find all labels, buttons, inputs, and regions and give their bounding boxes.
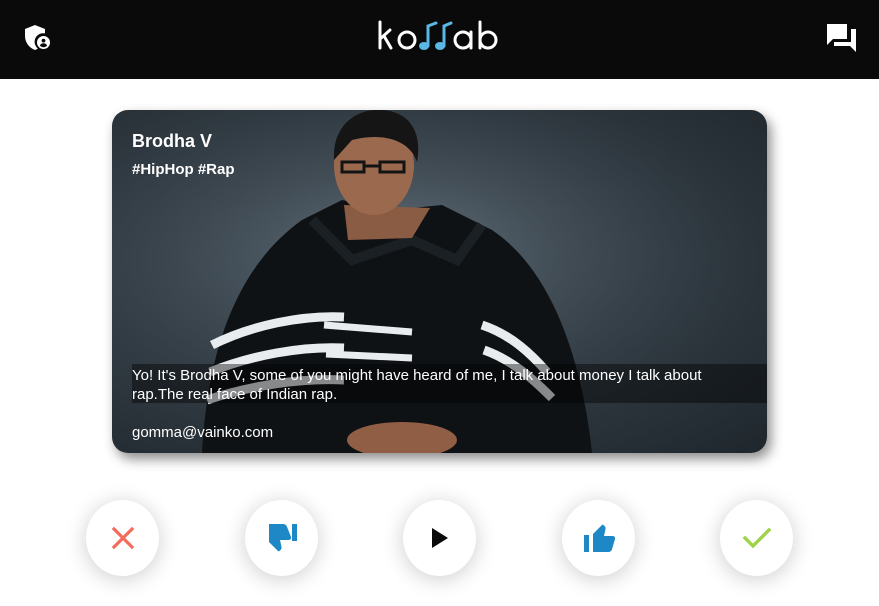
reject-button[interactable]	[86, 500, 159, 576]
accept-button[interactable]	[720, 500, 793, 576]
artist-bio: Yo! It's Brodha V, some of you might hav…	[132, 367, 702, 403]
play-icon	[431, 528, 448, 548]
admin-shield-user-icon[interactable]	[22, 23, 52, 53]
close-icon	[111, 526, 134, 550]
dislike-button[interactable]	[245, 500, 318, 576]
artist-email: gomma@vainko.com	[132, 424, 274, 441]
thumbs-up-icon	[583, 524, 615, 552]
thumbs-down-icon	[265, 524, 297, 552]
like-button[interactable]	[562, 500, 635, 576]
top-nav-bar	[0, 0, 879, 79]
artist-bio-panel: Yo! It's Brodha V, some of you might hav…	[132, 364, 767, 403]
artist-profile-card[interactable]: Brodha V #HipHop #Rap Yo! It's Brodha V,…	[112, 110, 767, 453]
play-button[interactable]	[403, 500, 476, 576]
forum-chat-icon[interactable]	[825, 22, 859, 54]
artist-genre-tags: #HipHop #Rap	[132, 161, 235, 178]
artist-name: Brodha V	[132, 131, 213, 151]
check-icon	[742, 527, 771, 549]
kollab-logo[interactable]	[376, 18, 504, 56]
